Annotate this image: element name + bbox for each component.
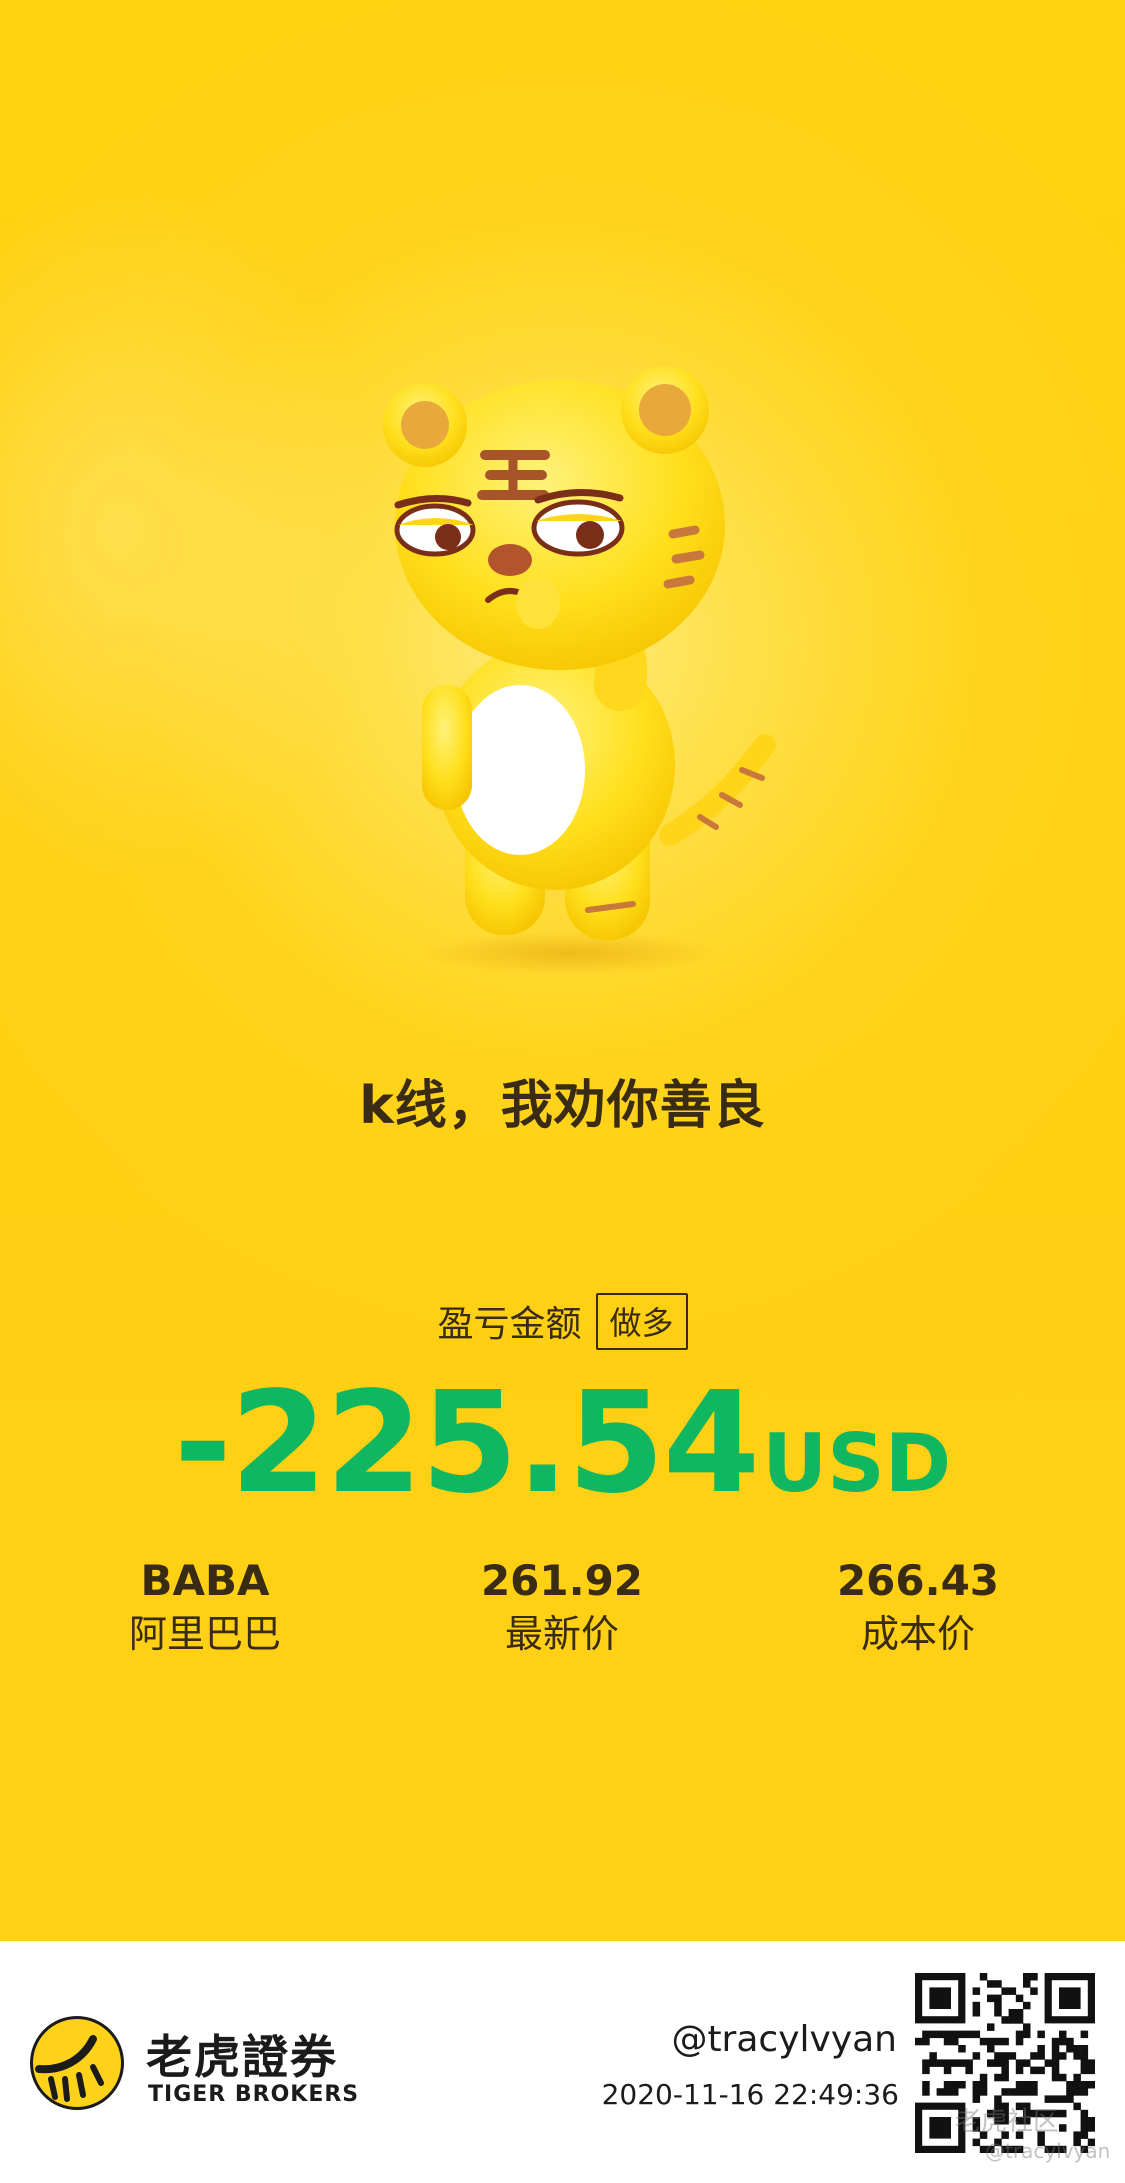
tiger-brokers-logo-icon xyxy=(30,2016,124,2110)
watermark-handle: @tracylvyan xyxy=(985,2139,1111,2163)
brand-name-en: TIGER BROKERS xyxy=(148,2082,360,2107)
footer: 老虎證券 TIGER BROKERS @tracylvyan 2020-11-1… xyxy=(0,1941,1125,2183)
stat-latest-price: 261.92 最新价 xyxy=(412,1555,712,1661)
profit-loss-label-row: 盈亏金额 做多 xyxy=(0,1293,1125,1350)
stat-label: 阿里巴巴 xyxy=(128,1612,281,1656)
stat-label: 成本价 xyxy=(860,1612,975,1656)
timestamp: 2020-11-16 22:49:36 xyxy=(601,2078,899,2111)
position-badge: 做多 xyxy=(595,1293,688,1350)
stat-value: 261.92 xyxy=(480,1556,644,1605)
profit-loss-label: 盈亏金额 xyxy=(437,1304,582,1345)
profit-loss-amount: -225.54USD xyxy=(0,1362,1125,1525)
user-handle: @tracylvyan xyxy=(671,2019,897,2060)
stat-value: 266.43 xyxy=(836,1556,1000,1605)
stat-cost-price: 266.43 成本价 xyxy=(768,1555,1068,1661)
hero-section: k线，我劝你善良 盈亏金额 做多 -225.54USD BABA 阿里巴巴 261… xyxy=(0,0,1125,1941)
amount-value: -225.54 xyxy=(173,1362,760,1525)
stats-row: BABA 阿里巴巴 261.92 最新价 266.43 成本价 xyxy=(0,1555,1125,1675)
share-card: k线，我劝你善良 盈亏金额 做多 -225.54USD BABA 阿里巴巴 261… xyxy=(0,0,1125,2183)
brand-name-cn: 老虎證券 xyxy=(146,2030,338,2084)
tiger-mascot-icon xyxy=(383,366,776,975)
stat-label: 最新价 xyxy=(504,1612,619,1656)
stat-value: BABA xyxy=(140,1556,270,1605)
background-haze xyxy=(0,180,380,880)
amount-currency: USD xyxy=(762,1417,952,1510)
watermark-community: 老虎社区 xyxy=(955,2107,1060,2137)
stat-symbol: BABA 阿里巴巴 xyxy=(55,1555,355,1661)
caption-text: k线，我劝你善良 xyxy=(359,1076,766,1136)
